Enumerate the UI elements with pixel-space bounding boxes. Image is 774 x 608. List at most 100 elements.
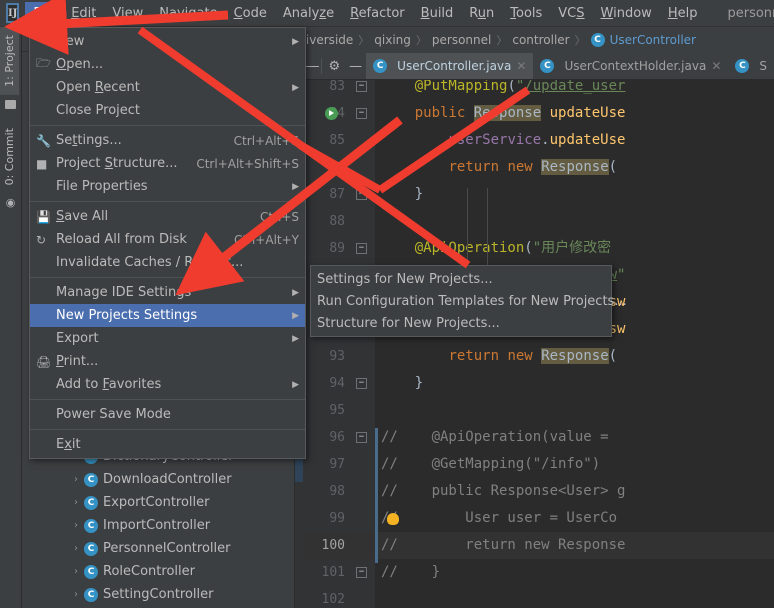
run-method-icon[interactable] (325, 107, 338, 120)
chevron-right-icon[interactable]: › (68, 497, 84, 508)
menubar-item-navigate[interactable]: Navigate (151, 2, 225, 25)
code-line: // } (381, 564, 441, 580)
code-fold-toggle-icon[interactable]: − (356, 108, 367, 119)
tree-item-settingcontroller[interactable]: › C SettingController (22, 583, 294, 606)
sidebar-tab-project[interactable]: 1: Project (0, 27, 19, 95)
tab-usercontroller-java[interactable]: C UserController.java ✕ (366, 53, 534, 79)
menu-item-label: New Projects Settings (56, 308, 198, 323)
code-line: // public Response<User> g (381, 483, 626, 499)
menu-item-invalidate-caches-restart[interactable]: Invalidate Caches / Restart... (30, 251, 305, 274)
menu-item-label: Project Structure... (56, 156, 178, 171)
menubar-item-view[interactable]: View (104, 2, 151, 25)
code-text-area[interactable]: @PutMapping("/update_user public Respons… (375, 80, 774, 608)
menu-item-power-save-mode[interactable]: Power Save Mode (30, 403, 305, 426)
tree-item-label: ImportController (103, 518, 211, 533)
code-fold-toggle-icon[interactable]: − (356, 81, 367, 92)
menu-item-file-properties[interactable]: File Properties ▶ (30, 175, 305, 198)
menubar-item-help[interactable]: Help (660, 2, 706, 25)
class-icon: C (84, 518, 98, 533)
chevron-right-icon[interactable]: › (68, 566, 84, 577)
sidebar-tab-commit[interactable]: 0: Commit (0, 120, 19, 193)
new-projects-settings-submenu[interactable]: Settings for New Projects... Run Configur… (310, 265, 627, 337)
menu-item-save-all[interactable]: 💾 Save All Ctrl+S (30, 205, 305, 228)
breadcrumb-separator-icon: 〉 (574, 34, 586, 47)
code-fold-toggle-icon[interactable]: − (356, 189, 367, 200)
tree-item-personnelcontroller[interactable]: › C PersonnelController (22, 537, 294, 560)
tree-item-importcontroller[interactable]: › C ImportController (22, 514, 294, 537)
menu-item-exit[interactable]: Exit (30, 433, 305, 456)
menu-item-project-structure[interactable]: ■ Project Structure... Ctrl+Alt+Shift+S (30, 152, 305, 175)
line-number: 87 (329, 187, 345, 202)
menu-item-manage-ide-settings[interactable]: Manage IDE Settings ▶ (30, 281, 305, 304)
hide-panel-icon[interactable]: — (345, 53, 366, 79)
breadcrumb-current-class[interactable]: UserController (610, 33, 696, 47)
file-menu-dropdown[interactable]: New ▶ 🗁 Open... Open Recent ▶ Close Project 🔧 Se… (29, 27, 306, 459)
tree-item-rolecontroller[interactable]: › C RoleController (22, 560, 294, 583)
menubar-item-code[interactable]: Code (226, 2, 275, 25)
submenu-item-label: Run Configuration Templates for New Proj… (317, 293, 627, 309)
menu-item-close-project[interactable]: Close Project (30, 99, 305, 122)
menubar-item-run[interactable]: Run (461, 2, 502, 25)
tree-item-exportcontroller[interactable]: › C ExportController (22, 491, 294, 514)
chevron-right-icon[interactable]: › (68, 474, 84, 485)
tree-item-downloadcontroller[interactable]: › C DownloadController (22, 468, 294, 491)
menu-item-label: Reload All from Disk (56, 232, 187, 247)
menubar-item-tools[interactable]: Tools (502, 2, 550, 25)
menubar-item-edit[interactable]: Edit (63, 2, 104, 25)
reload-icon: ↻ (36, 232, 47, 247)
code-line: @ApiOperation("用户修改密 (414, 240, 612, 256)
chevron-right-icon[interactable]: › (68, 589, 84, 600)
menu-item-settings[interactable]: 🔧 Settings... Ctrl+Alt+S (30, 129, 305, 152)
code-fold-toggle-icon[interactable]: − (356, 567, 367, 578)
line-number: 96 (329, 430, 345, 445)
breadcrumb-item-controller[interactable]: controller (512, 33, 569, 47)
menu-item-print[interactable]: 🖨 Print... (30, 350, 305, 373)
code-fold-toggle-icon[interactable]: − (356, 378, 367, 389)
menubar-item-analyze[interactable]: Analyze (275, 2, 342, 25)
menu-item-label: Save All (56, 209, 109, 224)
intention-bulb-icon[interactable] (387, 513, 399, 525)
close-icon[interactable]: ✕ (711, 59, 721, 73)
menubar-item-file[interactable]: File (25, 1, 64, 25)
breadcrumb-item-qixing[interactable]: qixing (374, 33, 411, 47)
menubar-item-vcs[interactable]: VCS (550, 2, 592, 25)
menubar-item-window[interactable]: Window (593, 2, 660, 25)
menu-item-new-projects-settings[interactable]: New Projects Settings ▶ (30, 304, 305, 327)
menu-separator (30, 201, 305, 202)
chevron-right-icon[interactable]: › (68, 520, 84, 531)
project-structure-icon: ■ (36, 156, 48, 171)
menu-item-new[interactable]: New ▶ (30, 30, 305, 53)
menu-item-open-recent[interactable]: Open Recent ▶ (30, 76, 305, 99)
submenu-item-run-configuration-templates-for-new-projects[interactable]: Run Configuration Templates for New Proj… (311, 290, 627, 312)
submenu-item-settings-for-new-projects[interactable]: Settings for New Projects... (311, 268, 611, 290)
breadcrumb-item-riverside[interactable]: riverside (301, 33, 353, 47)
menu-item-reload-all-from-disk[interactable]: ↻ Reload All from Disk Ctrl+Alt+Y (30, 228, 305, 251)
breadcrumb: riverside 〉 qixing 〉 personnel 〉 controller 〉 C U… (295, 27, 774, 53)
submenu-item-structure-for-new-projects[interactable]: Structure for New Projects... (311, 312, 611, 334)
line-number-gutter[interactable]: 83−84−858687−8889−9091929394−9596−979899… (303, 79, 375, 608)
menubar-item-build[interactable]: Build (413, 2, 462, 25)
code-editor[interactable]: 83−84−858687−8889−9091929394−9596−979899… (295, 79, 774, 608)
breadcrumb-item-personnel[interactable]: personnel (432, 33, 491, 47)
menu-item-label: Open... (56, 57, 104, 72)
menu-separator (30, 399, 305, 400)
code-fold-toggle-icon[interactable]: − (356, 243, 367, 254)
close-icon[interactable]: ✕ (516, 59, 526, 73)
chevron-right-icon[interactable]: › (68, 543, 84, 554)
folder-open-icon: 🗁 (36, 56, 51, 70)
code-fold-toggle-icon[interactable]: − (356, 432, 367, 443)
tab-third-partial[interactable]: C S (728, 53, 774, 79)
menubar-item-refactor[interactable]: Refactor (342, 2, 413, 25)
line-number: 102 (321, 592, 345, 607)
chevron-right-icon: ▶ (292, 379, 299, 390)
menu-item-open[interactable]: 🗁 Open... (30, 53, 305, 76)
breadcrumb-separator-icon: 〉 (496, 34, 508, 47)
tab-usercontextholder-java[interactable]: C UserContextHolder.java ✕ (533, 53, 728, 79)
logo-text: IJ (8, 7, 18, 19)
code-line: // return new Response (381, 537, 626, 553)
code-line: } (381, 375, 424, 391)
menu-item-export[interactable]: Export ▶ (30, 327, 305, 350)
commit-icon: ◉ (5, 196, 16, 210)
menu-item-add-to-favorites[interactable]: Add to Favorites ▶ (30, 373, 305, 396)
class-icon: C (84, 472, 98, 487)
